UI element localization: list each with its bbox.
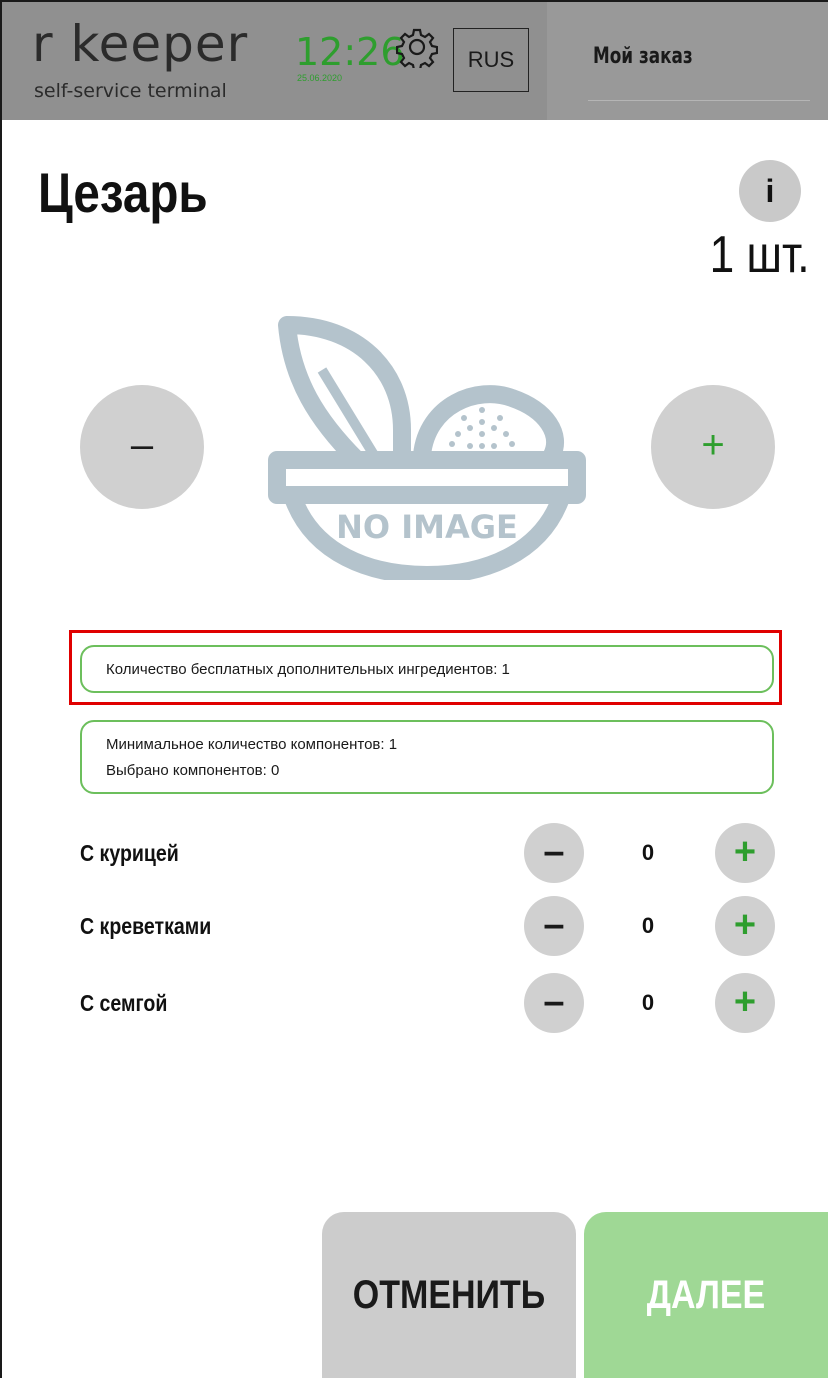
option-count: 0: [641, 840, 655, 865]
next-button[interactable]: ДАЛЕЕ: [584, 1212, 828, 1378]
selected-components-text: Выбрано компонентов: 0: [106, 762, 280, 779]
option-increase-button[interactable]: +: [715, 823, 775, 883]
order-title: Мой заказ: [593, 44, 693, 69]
minus-icon: –: [543, 831, 565, 873]
option-count: 0: [641, 990, 655, 1015]
logo: r keeper: [32, 15, 249, 73]
option-increase-button[interactable]: +: [715, 973, 775, 1033]
option-label: С креветками: [80, 913, 212, 939]
option-count: 0: [641, 913, 655, 938]
cancel-button[interactable]: ОТМЕНИТЬ: [322, 1212, 576, 1378]
min-components-text: Минимальное количество компонентов: 1: [106, 736, 398, 753]
highlight-frame: [69, 630, 782, 705]
option-label: С курицей: [80, 840, 179, 866]
window-border-top: [0, 0, 828, 2]
option-decrease-button[interactable]: –: [524, 973, 584, 1033]
components-info: Минимальное количество компонентов: 1 Вы…: [80, 720, 774, 794]
clock-time: 12:26: [295, 30, 405, 74]
app-window: r keeper self-service terminal 12:26 25.…: [0, 0, 828, 1378]
decrease-quantity-button[interactable]: –: [80, 385, 204, 509]
product-title: Цезарь: [38, 161, 208, 224]
option-decrease-button[interactable]: –: [524, 896, 584, 956]
window-border-left: [0, 0, 2, 1378]
no-image-placeholder: NO IMAGE: [268, 316, 586, 580]
order-divider: [588, 100, 810, 101]
plus-icon: +: [701, 423, 725, 467]
info-button[interactable]: i: [739, 160, 801, 222]
product-quantity: 1 шт.: [710, 226, 810, 284]
next-button-label: ДАЛЕЕ: [646, 1273, 766, 1317]
option-decrease-button[interactable]: –: [524, 823, 584, 883]
increase-quantity-button[interactable]: +: [651, 385, 775, 509]
minus-icon: –: [130, 423, 154, 467]
clock-date: 25.06.2020: [297, 73, 343, 83]
plus-icon: +: [733, 831, 757, 873]
plus-icon: +: [733, 981, 757, 1023]
plus-icon: +: [733, 904, 757, 946]
language-button[interactable]: RUS: [453, 28, 529, 92]
minus-icon: –: [543, 981, 565, 1023]
option-increase-button[interactable]: +: [715, 896, 775, 956]
minus-icon: –: [543, 904, 565, 946]
option-label: С семгой: [80, 990, 168, 1016]
gear-icon[interactable]: [396, 26, 438, 68]
logo-subtitle: self-service terminal: [34, 80, 227, 102]
no-image-label: NO IMAGE: [336, 508, 518, 546]
cancel-button-label: ОТМЕНИТЬ: [352, 1273, 546, 1317]
